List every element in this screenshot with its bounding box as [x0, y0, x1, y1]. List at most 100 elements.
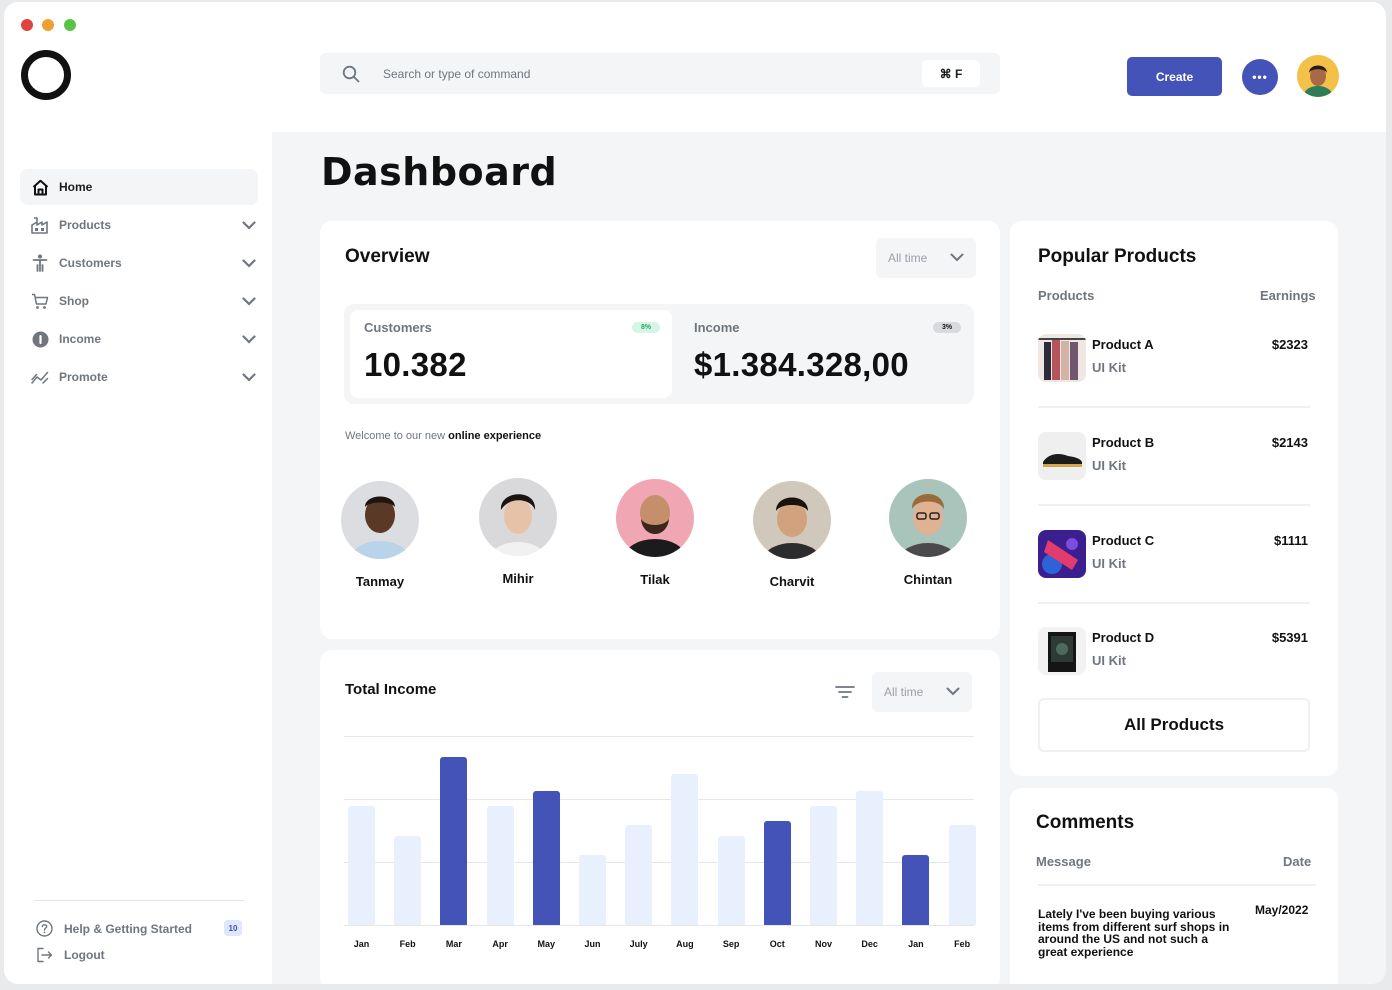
product-subtitle: UI Kit [1092, 360, 1126, 375]
product-d-thumbnail [1038, 627, 1086, 675]
income-value: $1.384.328,00 [694, 346, 909, 383]
product-name: Product A [1092, 337, 1154, 352]
sidebar-item-promote[interactable]: Promote [20, 359, 258, 395]
person-charvit[interactable]: Charvit [737, 481, 847, 589]
chart-bar-aug[interactable] [671, 773, 699, 925]
chevron-down-icon[interactable] [242, 369, 256, 387]
person-name: Mihir [502, 571, 534, 586]
product-a-thumbnail [1038, 334, 1086, 382]
person-name: Tilak [640, 572, 670, 587]
create-button[interactable]: Create [1127, 57, 1222, 96]
sidebar-item-label: Shop [59, 294, 89, 308]
search-bar[interactable]: ⌘ F [320, 53, 1000, 94]
sidebar-divider [34, 900, 244, 901]
search-icon[interactable] [342, 65, 362, 83]
chart-bar-feb[interactable] [394, 836, 422, 925]
comment-date: May/2022 [1255, 903, 1309, 917]
person-name: Chintan [903, 572, 953, 587]
avatar [341, 481, 419, 559]
chart-bar-jan[interactable] [348, 805, 375, 925]
x-tick-label: Dec [861, 939, 878, 949]
product-subtitle: UI Kit [1092, 653, 1126, 668]
comment-message[interactable]: Lately I've been buying various items fr… [1038, 908, 1238, 958]
sidebar-item-label: Home [59, 180, 93, 194]
chart-bar-nov[interactable] [810, 805, 837, 925]
sidebar-item-customers[interactable]: Customers [20, 245, 258, 281]
products-column-header: Products [1038, 288, 1095, 303]
person-name: Tanmay [355, 574, 405, 589]
logout-icon [34, 947, 54, 963]
income-icon [30, 329, 50, 349]
promote-icon [30, 367, 50, 387]
sidebar-item-income[interactable]: Income [20, 321, 258, 357]
chart-bar-jan[interactable] [902, 855, 930, 925]
x-tick-label: Nov [814, 939, 832, 949]
product-row[interactable]: Product B UI Kit $2143 [1038, 432, 1310, 528]
x-tick-label: Jun [584, 939, 601, 949]
person-tilak[interactable]: Tilak [600, 479, 710, 587]
chart-gridline [344, 925, 974, 926]
product-b-thumbnail [1038, 432, 1086, 480]
filter-value: All time [888, 251, 928, 265]
product-name: Product D [1092, 630, 1155, 645]
comments-divider [1038, 884, 1316, 886]
overview-time-filter[interactable]: All time [876, 238, 976, 278]
close-window-dot[interactable] [21, 19, 33, 31]
overview-title: Overview [345, 246, 430, 267]
earnings-column-header: Earnings [1260, 288, 1316, 303]
chart-bar-feb[interactable] [948, 824, 976, 925]
chart-gridline [344, 736, 974, 737]
minimize-window-dot[interactable] [42, 19, 54, 31]
chart-bar-may[interactable] [532, 790, 560, 925]
messages-button[interactable]: ••• [1242, 59, 1278, 95]
product-name: Product B [1092, 435, 1155, 450]
sidebar-item-shop[interactable]: Shop [20, 283, 258, 319]
chevron-down-icon[interactable] [242, 255, 256, 273]
x-tick-label: Aug [676, 939, 694, 949]
chart-bar-mar[interactable] [440, 756, 468, 925]
chevron-down-icon[interactable] [242, 293, 256, 311]
x-tick-label: Sep [722, 939, 740, 949]
logout-label: Logout [64, 948, 105, 962]
avatar [616, 479, 694, 557]
chart-bar-jun[interactable] [579, 855, 606, 925]
filter-value: All time [884, 685, 924, 699]
chart-bar-july[interactable] [625, 824, 653, 925]
help-link[interactable]: Help & Getting Started [34, 920, 192, 937]
chevron-down-icon[interactable] [242, 331, 256, 349]
search-shortcut-key: ⌘ F [922, 60, 980, 87]
search-input[interactable] [383, 66, 863, 81]
comments-title: Comments [1036, 812, 1135, 833]
income-time-filter[interactable]: All time [872, 672, 972, 712]
product-row[interactable]: Product C UI Kit $1111 [1038, 530, 1310, 626]
help-count-badge: 10 [224, 920, 242, 936]
chevron-down-icon[interactable] [242, 217, 256, 235]
maximize-window-dot[interactable] [64, 19, 76, 31]
chart-bar-dec[interactable] [856, 790, 884, 925]
chart-bar-sep[interactable] [717, 836, 745, 925]
all-products-button[interactable]: All Products [1038, 698, 1310, 752]
person-chintan[interactable]: Chintan [873, 479, 983, 587]
product-earnings: $2323 [1271, 337, 1308, 352]
chart-bar-apr[interactable] [486, 805, 514, 925]
filter-icon[interactable] [835, 684, 855, 705]
popular-products-title: Popular Products [1038, 246, 1197, 267]
app-logo[interactable] [21, 50, 71, 100]
sidebar-item-label: Products [59, 218, 112, 232]
chart-bar-oct[interactable] [763, 821, 791, 925]
date-column-header: Date [1283, 854, 1312, 869]
page-title: Dashboard [321, 150, 558, 194]
x-tick-label: May [537, 939, 556, 949]
logout-link[interactable]: Logout [34, 947, 105, 963]
product-earnings: $1111 [1274, 533, 1308, 548]
products-icon [30, 215, 50, 235]
help-icon [34, 920, 54, 937]
sidebar-item-home[interactable]: Home [20, 169, 258, 205]
person-tanmay[interactable]: Tanmay [325, 481, 435, 589]
product-row[interactable]: Product A UI Kit $2323 [1038, 334, 1310, 430]
x-tick-label: Feb [399, 939, 416, 949]
person-mihir[interactable]: Mihir [463, 478, 573, 586]
sidebar-item-label: Income [59, 332, 102, 346]
user-avatar[interactable] [1297, 55, 1339, 97]
sidebar-item-products[interactable]: Products [20, 207, 258, 243]
